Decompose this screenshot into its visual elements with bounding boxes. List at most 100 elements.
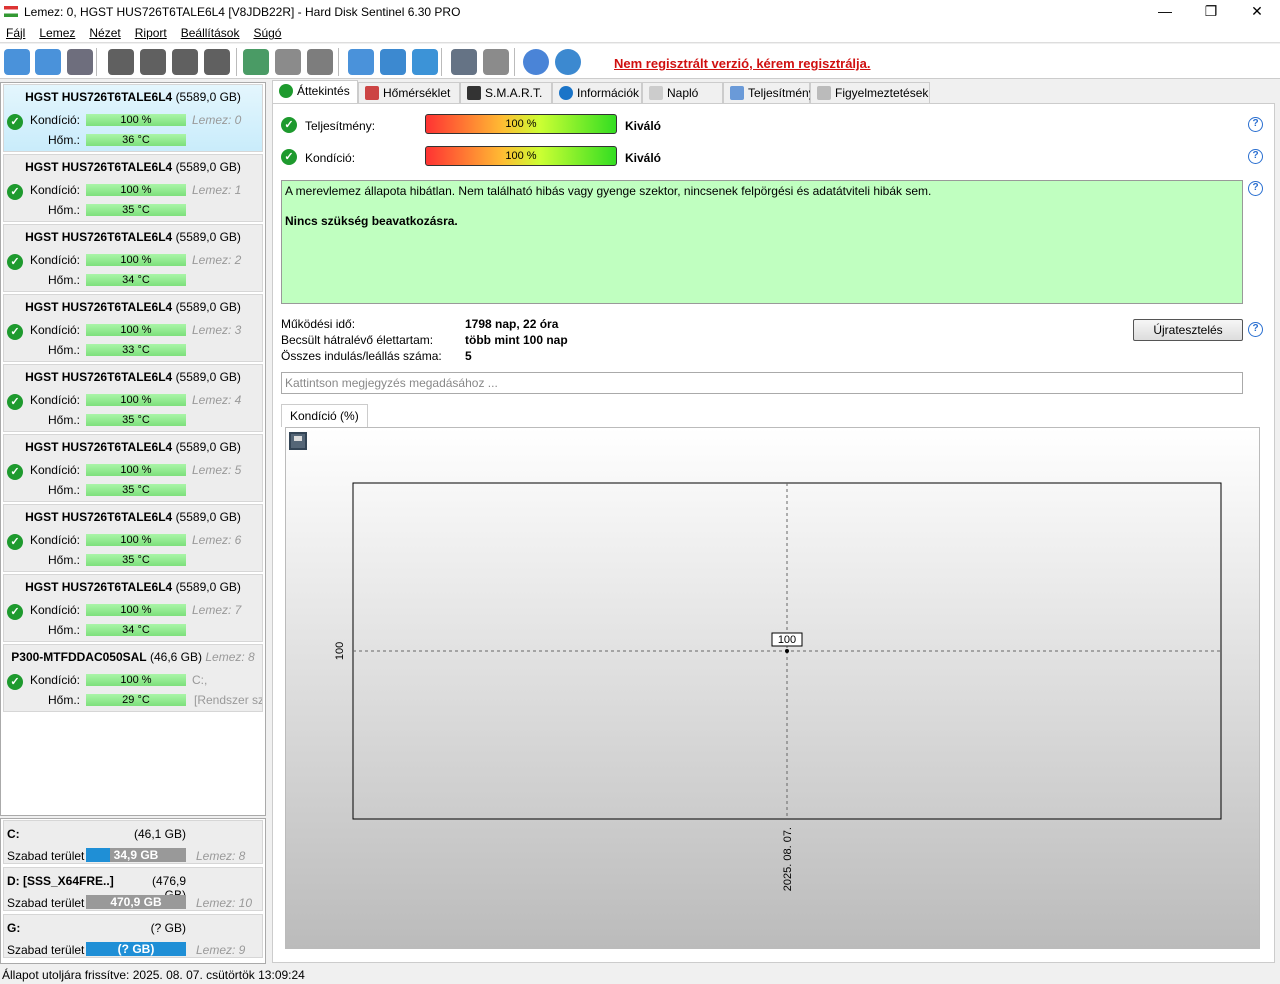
volume-item[interactable]: C: (46,1 GB) Szabad terület 34,9 GB Leme…: [3, 820, 263, 864]
tab-warnings[interactable]: Figyelmeztetések: [810, 82, 930, 103]
check-icon: ✓: [7, 604, 23, 620]
disk-title: HGST HUS726T6TALE6L4 (5589,0 GB): [4, 160, 262, 174]
help-icon[interactable]: ?: [1248, 117, 1263, 132]
disk-sound-icon[interactable]: [108, 49, 134, 75]
check-icon: ✓: [7, 394, 23, 410]
disk-clock-icon[interactable]: [140, 49, 166, 75]
mail-icon[interactable]: [380, 49, 406, 75]
condition-label: Kondíció:: [29, 253, 80, 267]
disk-title: HGST HUS726T6TALE6L4 (5589,0 GB): [4, 90, 262, 104]
disk-item[interactable]: HGST HUS726T6TALE6L4 (5589,0 GB) ✓ Kondí…: [3, 84, 263, 152]
condition-label: Kondíció:: [29, 463, 80, 477]
network-disk-icon[interactable]: [275, 49, 301, 75]
tab-label: Napló: [667, 86, 699, 100]
disk-title: P300-MTFDDAC050SAL (46,6 GB) Lemez: 8: [4, 650, 262, 664]
maximize-button[interactable]: ❐: [1188, 0, 1234, 23]
disk-size: (5589,0 GB): [175, 440, 241, 454]
status-text: Állapot utoljára frissítve: 2025. 08. 07…: [2, 968, 305, 982]
performance-text: Kiváló: [625, 119, 662, 133]
check-icon: ✓: [281, 117, 297, 133]
menu-settings[interactable]: Beállítások: [175, 23, 248, 40]
notepad-icon[interactable]: [348, 49, 374, 75]
temp-label: Hőm.:: [47, 343, 80, 357]
y-tick-label: 100: [334, 642, 346, 660]
disk-item[interactable]: HGST HUS726T6TALE6L4 (5589,0 GB) ✓ Kondí…: [3, 224, 263, 292]
tab-check[interactable]: Áttekintés: [272, 80, 358, 103]
registration-link[interactable]: Nem regisztrált verzió, kérem regisztrál…: [614, 56, 871, 71]
condition-bar: 100 %: [86, 534, 186, 546]
menu-help[interactable]: Súgó: [247, 23, 289, 40]
smart-icon: [467, 86, 481, 100]
disk-check-icon[interactable]: [172, 49, 198, 75]
condition-bar: 100 %: [86, 324, 186, 336]
check-icon: ✓: [7, 114, 23, 130]
menu-view[interactable]: Nézet: [83, 23, 128, 40]
menu-file[interactable]: Fájl: [0, 23, 33, 40]
recommendation-text: Nincs szükség beavatkozásra.: [285, 214, 458, 228]
disk-item[interactable]: HGST HUS726T6TALE6L4 (5589,0 GB) ✓ Kondí…: [3, 574, 263, 642]
help-icon[interactable]: ?: [1248, 181, 1263, 196]
menu-disk[interactable]: Lemez: [33, 23, 83, 40]
volume-name: C:: [7, 827, 20, 841]
disk-number: Lemez: 5: [192, 463, 242, 477]
tab-log[interactable]: Napló: [642, 82, 723, 103]
disk-number: Lemez: 4: [192, 393, 242, 407]
menu-bar: Fájl Lemez Nézet Riport Beállítások Súgó: [0, 23, 1280, 43]
title-bar: Lemez: 0, HGST HUS726T6TALE6L4 [V8JDB22R…: [0, 0, 1280, 23]
close-button[interactable]: ✕: [1234, 0, 1280, 23]
disk-number: Lemez: 10: [196, 896, 253, 910]
disk-icon[interactable]: [67, 49, 93, 75]
retest-button[interactable]: Újratesztelés: [1133, 319, 1243, 341]
usb-disk-icon[interactable]: [307, 49, 333, 75]
tab-label: Hőmérséklet: [383, 86, 451, 100]
minimize-button[interactable]: —: [1142, 0, 1188, 23]
condition-label: Kondíció:: [29, 393, 80, 407]
disk-item[interactable]: HGST HUS726T6TALE6L4 (5589,0 GB) ✓ Kondí…: [3, 434, 263, 502]
info-icon[interactable]: [555, 49, 581, 75]
volume-item[interactable]: D: [SSS_X64FRE..] (476,9 GB) Szabad terü…: [3, 867, 263, 911]
disk-title: HGST HUS726T6TALE6L4 (5589,0 GB): [4, 440, 262, 454]
disk-number: Lemez: 7: [192, 603, 242, 617]
disk-item[interactable]: P300-MTFDDAC050SAL (46,6 GB) Lemez: 8 ✓ …: [3, 644, 263, 712]
disk-number: Lemez: 9: [196, 943, 246, 957]
globe-disk-icon[interactable]: [243, 49, 269, 75]
condition-bar: 100 %: [86, 674, 186, 686]
tab-condition-chart[interactable]: Kondíció (%): [281, 404, 368, 427]
starts-label: Összes indulás/leállás száma:: [281, 349, 442, 363]
refresh-warning-icon[interactable]: [35, 49, 61, 75]
tab-performance[interactable]: Teljesítmény: [723, 82, 815, 103]
disk-item[interactable]: HGST HUS726T6TALE6L4 (5589,0 GB) ✓ Kondí…: [3, 504, 263, 572]
uptime-value: 1798 nap, 22 óra: [465, 317, 559, 331]
disk-item[interactable]: HGST HUS726T6TALE6L4 (5589,0 GB) ✓ Kondí…: [3, 294, 263, 362]
performance-label: Teljesítmény:: [305, 119, 376, 133]
check-icon: ✓: [7, 324, 23, 340]
temp-bar: 36 °C: [86, 134, 186, 146]
menu-report[interactable]: Riport: [129, 23, 175, 40]
refresh-icon[interactable]: [4, 49, 30, 75]
help-icon[interactable]: [523, 49, 549, 75]
tab-label: Figyelmeztetések: [835, 86, 929, 100]
help-icon[interactable]: ?: [1248, 149, 1263, 164]
network-icon[interactable]: [412, 49, 438, 75]
toolbar-separator: [514, 48, 515, 76]
disk-number: Lemez: 2: [192, 253, 242, 267]
volume-item[interactable]: G: (? GB) Szabad terület (? GB) Lemez: 9: [3, 914, 263, 958]
gear-icon[interactable]: [451, 49, 477, 75]
condition-bar: 100 %: [86, 394, 186, 406]
disk-item[interactable]: HGST HUS726T6TALE6L4 (5589,0 GB) ✓ Kondí…: [3, 364, 263, 432]
tab-label: Teljesítmény: [748, 86, 815, 100]
tab-smart[interactable]: S.M.A.R.T.: [460, 82, 552, 103]
condition-text: Kiváló: [625, 151, 662, 165]
disk-search-icon[interactable]: [204, 49, 230, 75]
note-input[interactable]: Kattintson megjegyzés megadásához ...: [281, 372, 1243, 394]
disk-name: HGST HUS726T6TALE6L4: [25, 580, 173, 594]
check-icon: ✓: [7, 464, 23, 480]
tab-thermometer[interactable]: Hőmérséklet: [358, 82, 460, 103]
tab-info[interactable]: Információk: [552, 82, 642, 103]
chart-panel: 100 2025. 08. 07. 100: [285, 427, 1260, 949]
help-icon[interactable]: ?: [1248, 322, 1263, 337]
thermometer-icon: [365, 86, 379, 100]
disk-item[interactable]: HGST HUS726T6TALE6L4 (5589,0 GB) ✓ Kondí…: [3, 154, 263, 222]
condition-label: Kondíció:: [29, 533, 80, 547]
speaker-icon[interactable]: [483, 49, 509, 75]
